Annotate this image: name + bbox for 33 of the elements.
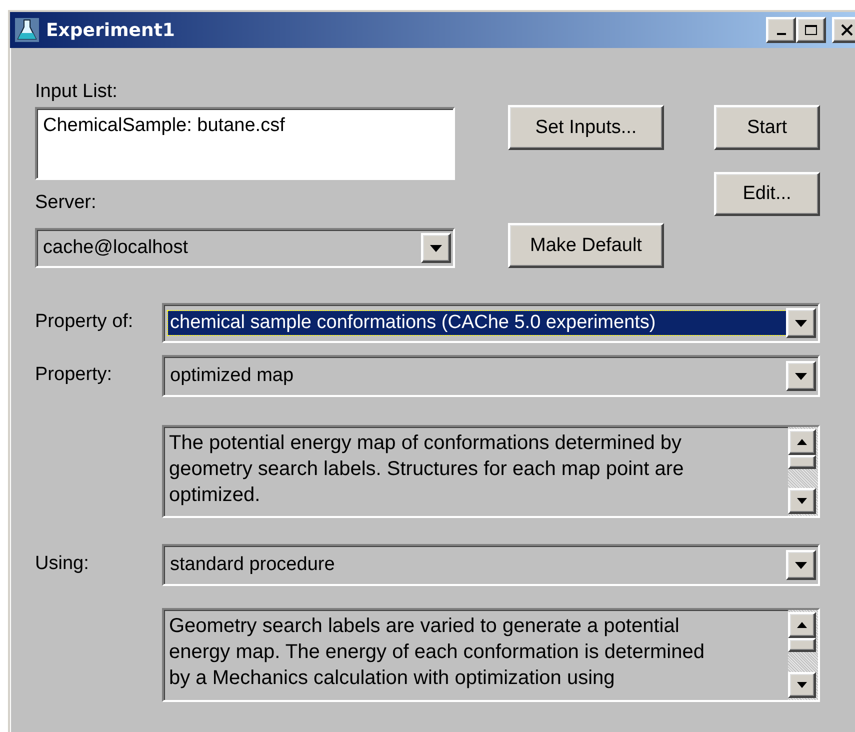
field-label: Property of: (35, 311, 134, 334)
vertical-scrollbar[interactable] (788, 427, 818, 516)
up-arrow-icon (797, 439, 807, 445)
minimize-button[interactable] (766, 17, 796, 43)
server-label: Server: (35, 192, 98, 215)
field-label: Property: (35, 364, 114, 387)
action-button[interactable]: Start (714, 105, 820, 150)
input-list-label: Input List: (35, 81, 118, 104)
window-title: Experiment1 (46, 20, 176, 40)
dropdown[interactable]: standard procedure (162, 544, 820, 586)
list-item[interactable]: ChemicalSample: butane.csf (43, 115, 447, 137)
down-arrow-icon (797, 682, 807, 688)
dropdown[interactable]: cache@localhost (35, 228, 455, 268)
close-icon (841, 24, 853, 36)
action-button[interactable]: Make Default (508, 223, 664, 268)
maximize-button[interactable] (796, 17, 826, 43)
down-arrow-icon (797, 498, 807, 504)
list-box[interactable]: ChemicalSample: butane.csf (35, 107, 455, 180)
vertical-scrollbar[interactable] (788, 610, 818, 700)
action-button[interactable]: Edit... (714, 172, 820, 216)
dropdown[interactable]: optimized map (162, 355, 820, 397)
scroll-thumb[interactable] (788, 638, 816, 652)
minimize-icon (776, 33, 786, 35)
close-button[interactable] (832, 17, 855, 43)
description-text: Geometry search labels are varied to generate a potential energy map. The energy of each conformation is determined by a Mechanics calculation with optimization using (168, 614, 706, 691)
scroll-thumb[interactable] (788, 455, 816, 469)
flask-icon (14, 17, 40, 43)
dropdown[interactable]: chemical sample conformations (CAChe 5.0 experiments) (162, 303, 820, 343)
field-label: Using: (35, 553, 90, 576)
description-text: The potential energy map of conformations determined by geometry search labels. Structures for each map point are optimized. (168, 431, 685, 508)
maximize-icon (804, 24, 818, 36)
action-button[interactable]: Set Inputs... (508, 105, 664, 150)
up-arrow-icon (797, 622, 807, 628)
